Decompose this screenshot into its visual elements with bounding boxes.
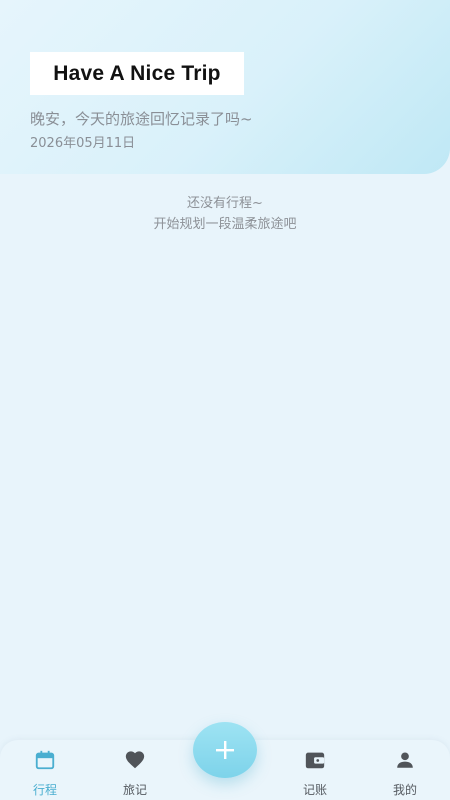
plus-icon	[216, 741, 234, 759]
app-screen: Have A Nice Trip 晚安，今天的旅途回忆记录了吗~ 2026年05…	[0, 0, 450, 800]
heart-icon	[125, 751, 145, 769]
empty-state: 还没有行程~ 开始规划一段温柔旅途吧	[0, 195, 450, 234]
wallet-icon	[305, 752, 325, 769]
tab-journal-label: 旅记	[122, 783, 147, 797]
calendar-icon	[35, 750, 55, 770]
header-banner: Have A Nice Trip 晚安，今天的旅途回忆记录了吗~ 2026年05…	[0, 0, 450, 174]
tab-profile-label: 我的	[392, 783, 417, 797]
tab-trips[interactable]: 行程	[10, 740, 80, 800]
empty-state-subtitle: 开始规划一段温柔旅途吧	[153, 217, 297, 232]
add-trip-button[interactable]	[193, 722, 257, 778]
page-title: Have A Nice Trip	[53, 61, 221, 85]
title-card: Have A Nice Trip	[30, 52, 244, 95]
greeting-text: 晚安，今天的旅途回忆记录了吗~	[30, 110, 253, 128]
tab-profile[interactable]: 我的	[370, 740, 440, 800]
tab-accounting[interactable]: 记账	[280, 740, 350, 800]
empty-state-title: 还没有行程~	[187, 196, 263, 211]
date-text: 2026年05月11日	[30, 136, 136, 151]
tab-journal[interactable]: 旅记	[100, 740, 170, 800]
user-icon	[397, 752, 413, 768]
tab-trips-label: 行程	[32, 783, 57, 797]
tab-accounting-label: 记账	[302, 783, 327, 797]
